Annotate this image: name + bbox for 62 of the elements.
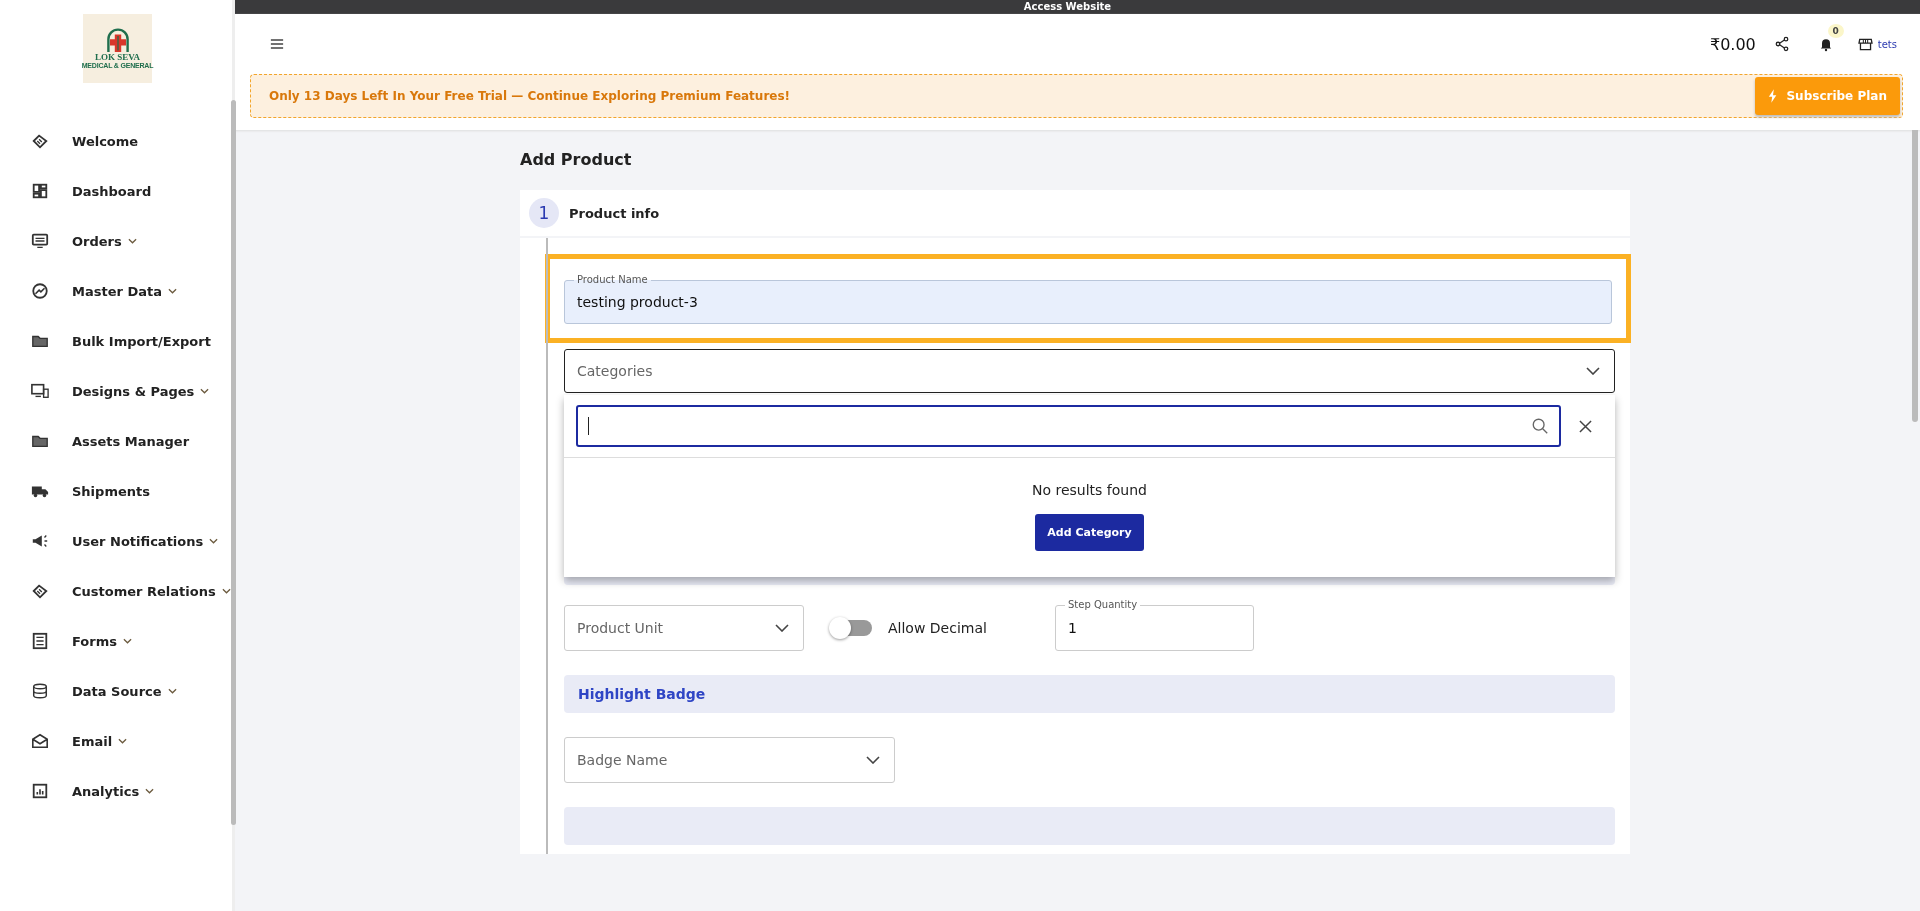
sidebar-item[interactable]: User Notifications <box>0 516 232 566</box>
notification-count: 0 <box>1827 24 1844 38</box>
badge-name-select[interactable]: Badge Name <box>564 737 895 783</box>
chevron-down-icon <box>167 688 177 694</box>
sidebar-item[interactable]: Analytics <box>0 766 232 816</box>
chevron-down-icon <box>123 638 132 644</box>
sidebar-item[interactable]: Master Data <box>0 266 232 316</box>
toggle-switch[interactable] <box>832 620 872 636</box>
section-title: Highlight Badge <box>578 686 706 702</box>
menu-icon[interactable] <box>270 38 284 50</box>
add-category-button[interactable]: Add Category <box>1035 514 1144 551</box>
sidebar-item[interactable]: Orders <box>0 216 232 266</box>
sidebar-item[interactable]: Email <box>0 716 232 766</box>
access-website-link[interactable]: Access Website <box>1023 0 1112 14</box>
sidebar-item[interactable]: Dashboard <box>0 166 232 216</box>
logo-title: LOK SEVA <box>94 51 141 62</box>
allow-decimal-label: Allow Decimal <box>888 620 987 636</box>
chevron-down-icon <box>200 388 210 394</box>
sidebar-item[interactable]: Shipments <box>0 466 232 516</box>
chevron-down-icon <box>775 624 789 632</box>
chevron-down-icon <box>221 588 231 594</box>
trial-message: Only 13 Days Left In Your Free Trial — Continue Exploring Premium Features! <box>269 89 791 103</box>
chevron-down-icon <box>167 288 177 294</box>
lightning-icon <box>1768 89 1779 103</box>
chevron-down-icon <box>866 756 880 764</box>
step-title: Product info <box>569 205 660 221</box>
search-icon <box>1531 417 1549 435</box>
text-cursor <box>588 417 589 435</box>
sidebar-item[interactable]: Bulk Import/Export <box>0 316 232 366</box>
store-link[interactable]: tets <box>1857 37 1897 51</box>
share-icon[interactable] <box>1773 36 1790 52</box>
sidebar-item[interactable]: Data Source <box>0 666 232 716</box>
categories-select[interactable]: Categories <box>564 349 1615 393</box>
list-icon <box>31 632 49 650</box>
storefront-icon <box>1857 37 1873 51</box>
product-unit-select[interactable]: Product Unit <box>564 605 804 651</box>
search-field[interactable] <box>576 405 1561 447</box>
chevron-down-icon <box>127 238 137 244</box>
sidebar-item[interactable]: Assets Manager <box>0 416 232 466</box>
megaphone-icon <box>31 532 49 550</box>
step-number: 1 <box>529 198 559 228</box>
chevron-down-icon <box>145 788 155 794</box>
chevron-down-icon <box>209 538 219 544</box>
monitor-icon <box>31 232 49 250</box>
analytics-icon <box>31 782 49 800</box>
grid-icon <box>31 182 49 200</box>
chevron-down-icon <box>1586 367 1600 375</box>
scrollbar[interactable] <box>1912 130 1918 422</box>
sidebar-item[interactable]: Customer Relations <box>0 566 232 616</box>
wallet-balance: ₹0.00 <box>1709 34 1756 54</box>
sidebar-item[interactable]: Welcome <box>0 116 232 166</box>
mail-icon <box>31 732 49 750</box>
page-title: Add Product <box>520 150 633 170</box>
close-icon[interactable] <box>1579 419 1592 433</box>
db-icon <box>31 682 49 700</box>
scrollbar[interactable] <box>231 100 236 825</box>
sidebar-item[interactable]: Forms <box>0 616 232 666</box>
sidebar-item[interactable]: Designs & Pages <box>0 366 232 416</box>
empty-message: No results found <box>1032 482 1147 498</box>
chart-icon <box>31 282 49 300</box>
design-icon <box>31 382 49 400</box>
chevron-down-icon <box>118 738 128 744</box>
